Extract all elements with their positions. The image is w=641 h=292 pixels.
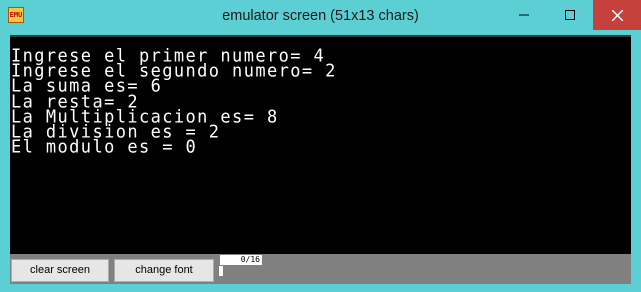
emulator-window: EMU emulator screen (51x13 chars) Ingres… [0, 0, 641, 292]
emulator-app-icon[interactable]: EMU [8, 7, 24, 23]
clear-screen-button[interactable]: clear screen [11, 259, 109, 282]
emulator-screen[interactable]: Ingrese el primer numero= 4 Ingrese el s… [10, 35, 631, 254]
close-button[interactable] [593, 0, 641, 30]
buffer-counter: 0/16 [220, 255, 262, 265]
bottom-toolbar: clear screen change font [10, 254, 631, 284]
title-bar[interactable]: EMU emulator screen (51x13 chars) [0, 0, 641, 32]
screen-line: El modulo es = 0 [11, 136, 198, 158]
buffer-progress-bar [219, 266, 223, 276]
window-controls [501, 0, 641, 30]
maximize-button[interactable] [547, 0, 593, 30]
minimize-icon [519, 14, 529, 16]
change-font-button[interactable]: change font [114, 259, 214, 282]
minimize-button[interactable] [501, 0, 547, 30]
close-icon [611, 9, 623, 21]
maximize-icon [565, 10, 575, 20]
